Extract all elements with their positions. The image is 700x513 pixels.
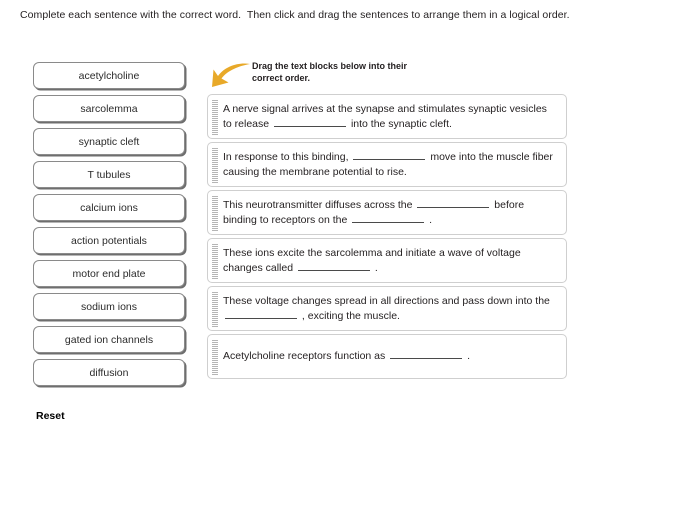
sentence-text: A nerve signal arrives at the synapse an… <box>223 102 566 131</box>
word-chip[interactable]: gated ion channels <box>33 326 185 353</box>
word-chip-label: synaptic cleft <box>78 135 140 148</box>
word-chip-label: motor end plate <box>72 267 146 280</box>
word-chip[interactable]: action potentials <box>33 227 185 254</box>
sentence-fragment: These voltage changes spread in all dire… <box>223 295 553 307</box>
sentence-fragment: . <box>426 213 433 226</box>
sentence-fragment: In response to this binding, <box>223 151 352 163</box>
sentence-fragment: . <box>464 350 471 363</box>
sentence-list: A nerve signal arrives at the synapse an… <box>207 94 567 379</box>
sentence-fragment: . <box>371 261 378 274</box>
sentence-fragment: into the synaptic cleft. <box>348 117 452 130</box>
word-chip-label: gated ion channels <box>64 333 154 346</box>
sentence-text: This neurotransmitter diffuses across th… <box>223 198 566 227</box>
word-chip[interactable]: calcium ions <box>33 194 185 221</box>
sentence-text: These ions excite the sarcolemma and ini… <box>223 246 566 275</box>
drag-hint: Drag the text blocks below into their co… <box>207 60 567 90</box>
answer-blank[interactable] <box>417 198 490 208</box>
drag-hint-line2: correct order. <box>252 72 311 83</box>
page-instruction: Complete each sentence with the correct … <box>20 9 570 21</box>
curved-arrow-down-left-icon <box>212 63 250 87</box>
sentence-block[interactable]: Acetylcholine receptors function as . <box>207 334 567 379</box>
answer-blank[interactable] <box>225 309 297 319</box>
answer-blank[interactable] <box>390 349 463 360</box>
word-chip-label: sodium ions <box>80 300 138 313</box>
sentence-block[interactable]: These ions excite the sarcolemma and ini… <box>207 238 567 283</box>
word-bank: acetylcholine sarcolemma synaptic cleft T t… <box>33 62 185 392</box>
sentence-block[interactable]: In response to this binding, move into t… <box>207 142 567 187</box>
word-chip[interactable]: sodium ions <box>33 293 185 320</box>
answer-blank[interactable] <box>274 117 347 127</box>
word-chip-label: T tubules <box>87 168 131 181</box>
drag-grip-icon[interactable] <box>212 242 218 279</box>
drag-grip-icon[interactable] <box>212 290 218 327</box>
word-chip[interactable]: diffusion <box>33 359 185 386</box>
sentence-drop-panel: Drag the text blocks below into their co… <box>207 60 567 382</box>
word-chip-label: calcium ions <box>80 201 138 214</box>
sentence-fragment: Acetylcholine receptors function as <box>223 350 389 363</box>
sentence-block[interactable]: These voltage changes spread in all dire… <box>207 286 567 331</box>
sentence-text: In response to this binding, move into t… <box>223 150 566 179</box>
word-chip-label: sarcolemma <box>80 102 138 115</box>
answer-blank[interactable] <box>352 213 425 223</box>
answer-blank[interactable] <box>297 261 370 271</box>
sentence-text: These voltage changes spread in all dire… <box>223 294 566 323</box>
drag-grip-icon[interactable] <box>212 98 218 135</box>
word-chip[interactable]: sarcolemma <box>33 95 185 122</box>
reset-button[interactable]: Reset <box>36 410 65 422</box>
word-chip-label: diffusion <box>89 366 129 379</box>
drag-hint-line1: Drag the text blocks below into their <box>252 61 408 71</box>
drag-grip-icon[interactable] <box>212 194 218 231</box>
sentence-fragment: This neurotransmitter diffuses across th… <box>223 199 416 211</box>
sentence-block[interactable]: This neurotransmitter diffuses across th… <box>207 190 567 235</box>
word-chip[interactable]: acetylcholine <box>33 62 185 89</box>
sentence-fragment: , exciting the muscle. <box>299 309 400 322</box>
answer-blank[interactable] <box>353 150 426 160</box>
word-chip[interactable]: T tubules <box>33 161 185 188</box>
drag-grip-icon[interactable] <box>212 338 218 375</box>
sentence-text: Acetylcholine receptors function as . <box>223 349 566 364</box>
word-chip-label: acetylcholine <box>78 69 140 82</box>
drag-hint-text: Drag the text blocks below into their co… <box>252 61 492 84</box>
sentence-block[interactable]: A nerve signal arrives at the synapse an… <box>207 94 567 139</box>
drag-grip-icon[interactable] <box>212 146 218 183</box>
word-chip-label: action potentials <box>71 234 147 247</box>
word-chip[interactable]: synaptic cleft <box>33 128 185 155</box>
word-chip[interactable]: motor end plate <box>33 260 185 287</box>
